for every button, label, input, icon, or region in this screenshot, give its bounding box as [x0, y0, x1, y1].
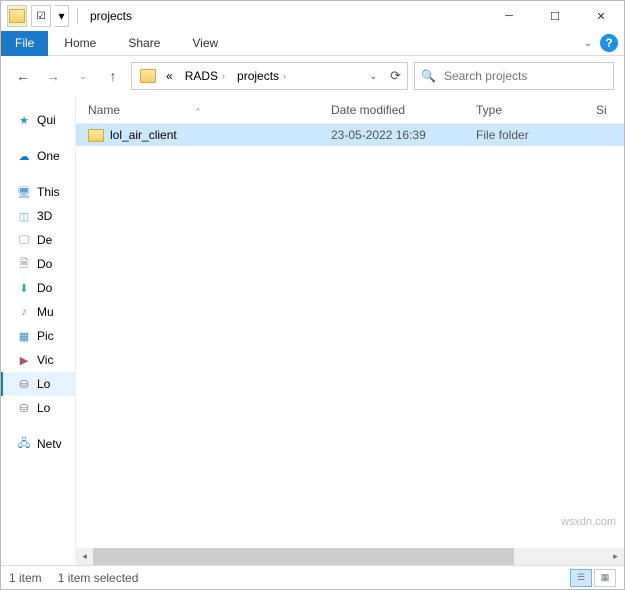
forward-button[interactable]: → [41, 64, 65, 88]
recent-dropdown[interactable]: ⌄ [71, 64, 95, 88]
qat-properties-icon[interactable]: ☑ [31, 5, 51, 27]
ribbon-tabs: File Home Share View ⌄ ? [1, 31, 624, 56]
search-input[interactable] [442, 68, 607, 84]
watermark: wsxdn.com [561, 516, 616, 528]
file-tab[interactable]: File [1, 31, 48, 56]
breadcrumb-prefix[interactable]: « [160, 69, 179, 83]
details-view-button[interactable]: ☰ [570, 569, 592, 587]
help-icon[interactable]: ? [600, 34, 618, 52]
explorer-window: ☑ ▾ projects ─ ☐ ✕ File Home Share View … [0, 0, 625, 590]
sidebar-desktop[interactable]: 🖵De [1, 228, 75, 252]
column-date[interactable]: Date modified [331, 103, 476, 117]
file-list[interactable]: lol_air_client 23-05-2022 16:39 File fol… [76, 124, 624, 548]
refresh-icon[interactable]: ⟳ [390, 68, 401, 84]
breadcrumb-item[interactable]: RADS› [179, 69, 231, 83]
sidebar-onedrive[interactable]: ☁One [1, 144, 75, 168]
sidebar-3d[interactable]: ◫3D [1, 204, 75, 228]
sidebar-videos[interactable]: ▶Vic [1, 348, 75, 372]
sidebar-local-disk-2[interactable]: ⛁Lo [1, 396, 75, 420]
qat-folder-icon[interactable] [7, 5, 27, 27]
column-headers[interactable]: Name^ Date modified Type Si [76, 96, 624, 124]
file-date: 23-05-2022 16:39 [331, 128, 476, 142]
back-button[interactable]: ← [11, 64, 35, 88]
sort-indicator-icon: ^ [196, 107, 200, 116]
content-pane: Name^ Date modified Type Si lol_air_clie… [76, 96, 624, 565]
window-title: projects [90, 9, 132, 23]
folder-icon [140, 69, 156, 83]
main-area: ★Qui ☁One 🖥This ◫3D 🖵De 🗎Do ⬇Do ♪Mu ▦Pic… [1, 96, 624, 565]
navigation-pane[interactable]: ★Qui ☁One 🖥This ◫3D 🖵De 🗎Do ⬇Do ♪Mu ▦Pic… [1, 96, 76, 565]
titlebar: ☑ ▾ projects ─ ☐ ✕ [1, 1, 624, 31]
status-count: 1 item [9, 571, 42, 585]
status-selected: 1 item selected [58, 571, 139, 585]
qat-dropdown[interactable]: ▾ [55, 5, 69, 27]
scroll-right-button[interactable]: ▸ [607, 548, 624, 565]
table-row[interactable]: lol_air_client 23-05-2022 16:39 File fol… [76, 124, 624, 146]
scroll-left-button[interactable]: ◂ [76, 548, 93, 565]
sidebar-this-pc[interactable]: 🖥This [1, 180, 75, 204]
maximize-button[interactable]: ☐ [532, 1, 578, 31]
sidebar-quick-access[interactable]: ★Qui [1, 108, 75, 132]
file-type: File folder [476, 128, 596, 142]
status-bar: 1 item 1 item selected ☰ ▦ [1, 565, 624, 589]
folder-icon [88, 129, 104, 142]
scroll-track[interactable] [93, 548, 607, 565]
sidebar-network[interactable]: 🖧Netv [1, 432, 75, 456]
close-button[interactable]: ✕ [578, 1, 624, 31]
sidebar-local-disk[interactable]: ⛁Lo [1, 372, 75, 396]
search-box[interactable]: 🔍 [414, 62, 614, 90]
sidebar-downloads[interactable]: ⬇Do [1, 276, 75, 300]
up-button[interactable]: ↑ [101, 64, 125, 88]
tab-view[interactable]: View [176, 31, 234, 56]
file-name: lol_air_client [110, 128, 177, 142]
horizontal-scrollbar[interactable]: ◂ ▸ [76, 548, 624, 565]
column-type[interactable]: Type [476, 103, 596, 117]
tab-share[interactable]: Share [112, 31, 176, 56]
address-bar[interactable]: « RADS› projects› ⌄ ⟳ [131, 62, 408, 90]
breadcrumb-item[interactable]: projects› [231, 69, 292, 83]
column-size[interactable]: Si [596, 103, 624, 117]
ribbon-collapse-icon[interactable]: ⌄ [584, 38, 592, 49]
address-dropdown-icon[interactable]: ⌄ [369, 71, 377, 82]
sidebar-music[interactable]: ♪Mu [1, 300, 75, 324]
address-row: ← → ⌄ ↑ « RADS› projects› ⌄ ⟳ 🔍 [1, 56, 624, 96]
scroll-thumb[interactable] [93, 548, 514, 565]
tab-home[interactable]: Home [48, 31, 112, 56]
large-icons-view-button[interactable]: ▦ [594, 569, 616, 587]
minimize-button[interactable]: ─ [486, 1, 532, 31]
column-name[interactable]: Name^ [76, 103, 331, 117]
sidebar-documents[interactable]: 🗎Do [1, 252, 75, 276]
sidebar-pictures[interactable]: ▦Pic [1, 324, 75, 348]
search-icon: 🔍 [421, 69, 436, 83]
